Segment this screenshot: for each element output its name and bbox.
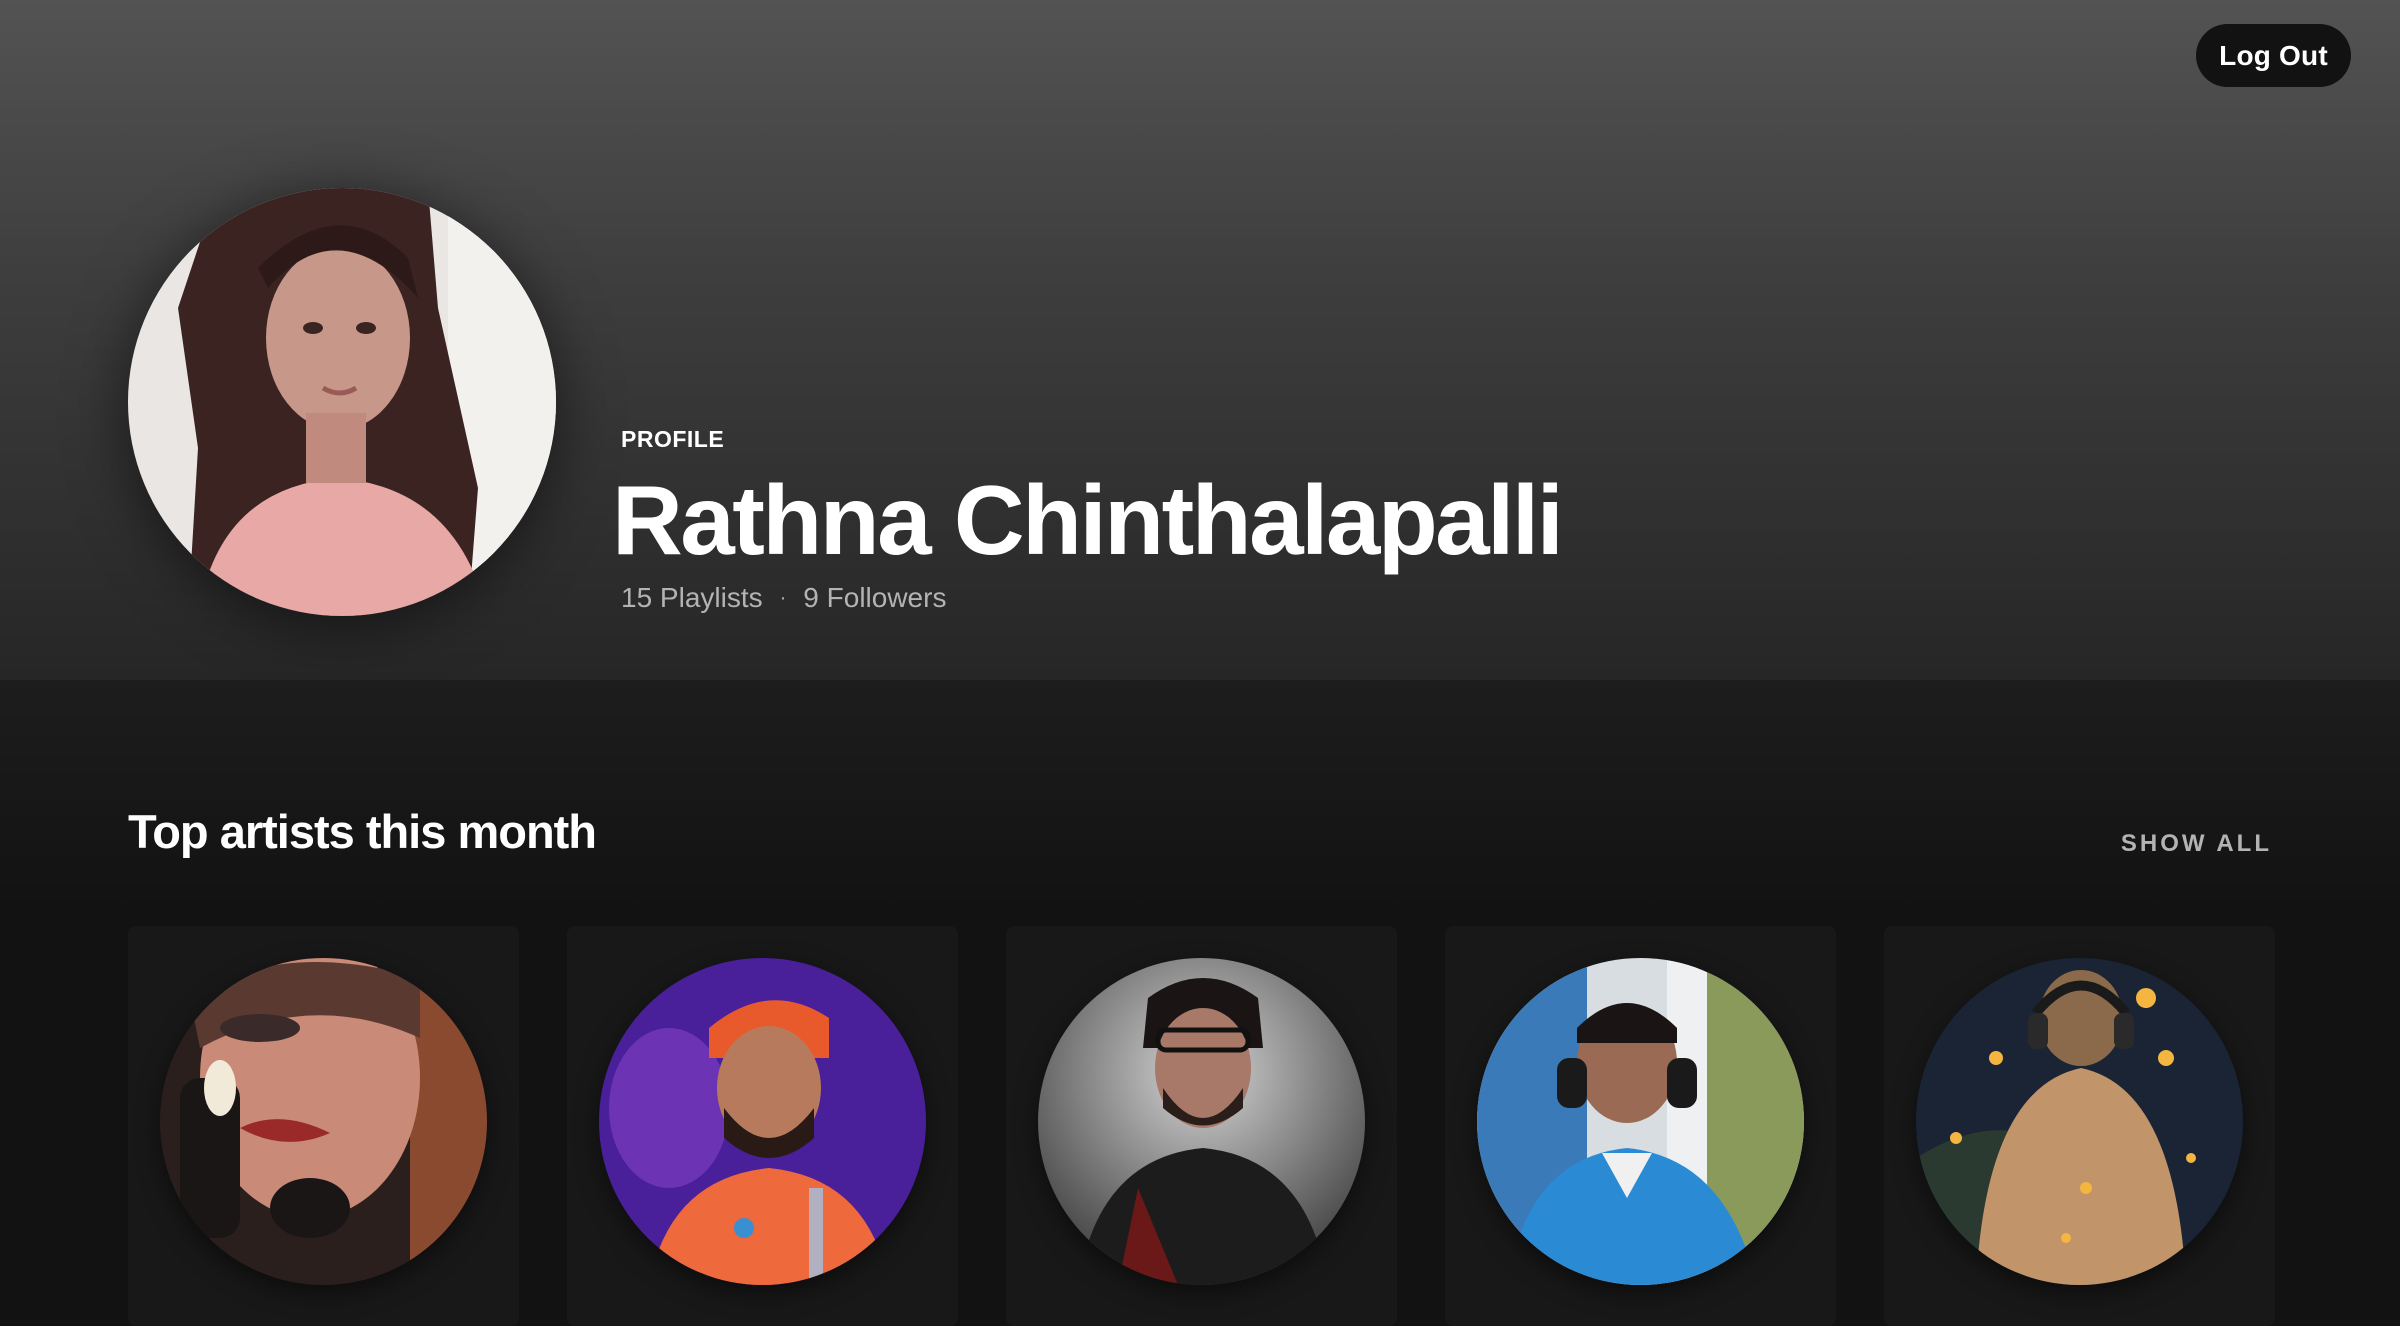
followers-count[interactable]: 9 Followers xyxy=(803,582,946,614)
artist-portrait-2 xyxy=(599,958,926,1285)
playlists-count[interactable]: 15 Playlists xyxy=(621,582,763,614)
artist-portrait-1 xyxy=(160,958,487,1285)
main-content: Top artists this month SHOW ALL xyxy=(0,680,2400,1326)
artist-card-5[interactable] xyxy=(1884,926,2275,1326)
artist-image xyxy=(160,958,487,1285)
artist-image xyxy=(599,958,926,1285)
artist-cards xyxy=(128,926,2275,1326)
artist-portrait-3 xyxy=(1038,958,1365,1285)
artist-image xyxy=(1038,958,1365,1285)
profile-photo xyxy=(128,188,556,616)
artist-image xyxy=(1916,958,2243,1285)
show-all-link[interactable]: SHOW ALL xyxy=(2121,830,2272,858)
artist-card-3[interactable] xyxy=(1006,926,1397,1326)
profile-name: Rathna Chinthalapalli xyxy=(612,465,1564,575)
profile-type-label: PROFILE xyxy=(621,426,725,452)
avatar xyxy=(128,188,556,616)
artist-card-2[interactable] xyxy=(567,926,958,1326)
section-title[interactable]: Top artists this month xyxy=(128,804,597,859)
profile-header: Log Out PROFILE Rathna Chinthalapalli 15… xyxy=(0,0,2400,680)
artist-portrait-5 xyxy=(1916,958,2243,1285)
logout-button[interactable]: Log Out xyxy=(2196,24,2351,87)
artist-image xyxy=(1477,958,1804,1285)
stats-separator: · xyxy=(779,586,787,609)
profile-stats: 15 Playlists · 9 Followers xyxy=(621,582,946,614)
artist-portrait-4 xyxy=(1477,958,1804,1285)
artist-card-1[interactable] xyxy=(128,926,519,1326)
artist-card-4[interactable] xyxy=(1445,926,1836,1326)
